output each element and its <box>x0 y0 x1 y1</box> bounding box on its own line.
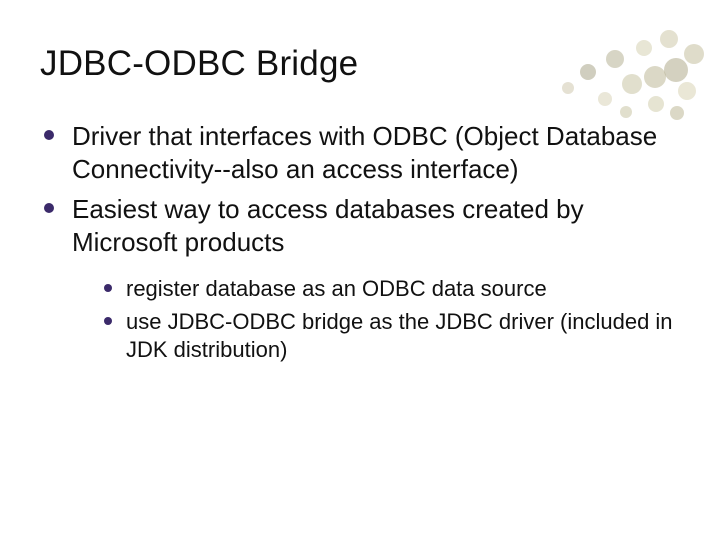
bullet-icon <box>104 317 112 325</box>
deco-dot <box>670 106 684 120</box>
slide: JDBC-ODBC Bridge Driver that interfaces … <box>0 0 720 540</box>
deco-dot <box>648 96 664 112</box>
list-item: Driver that interfaces with ODBC (Object… <box>40 120 680 187</box>
bullet-text: Easiest way to access databases created … <box>72 193 680 260</box>
slide-title: JDBC-ODBC Bridge <box>40 44 680 84</box>
deco-dot <box>678 82 696 100</box>
deco-dot <box>598 92 612 106</box>
sub-bullet-list: register database as an ODBC data source… <box>104 275 680 365</box>
bullet-icon <box>44 203 54 213</box>
list-item: register database as an ODBC data source <box>104 275 680 304</box>
bullet-list: Driver that interfaces with ODBC (Object… <box>40 120 680 259</box>
deco-dot <box>620 106 632 118</box>
sub-bullet-text: use JDBC-ODBC bridge as the JDBC driver … <box>126 308 680 365</box>
bullet-text: Driver that interfaces with ODBC (Object… <box>72 120 680 187</box>
deco-dot <box>684 44 704 64</box>
list-item: Easiest way to access databases created … <box>40 193 680 260</box>
bullet-icon <box>104 284 112 292</box>
list-item: use JDBC-ODBC bridge as the JDBC driver … <box>104 308 680 365</box>
bullet-icon <box>44 130 54 140</box>
sub-bullet-text: register database as an ODBC data source <box>126 275 547 304</box>
